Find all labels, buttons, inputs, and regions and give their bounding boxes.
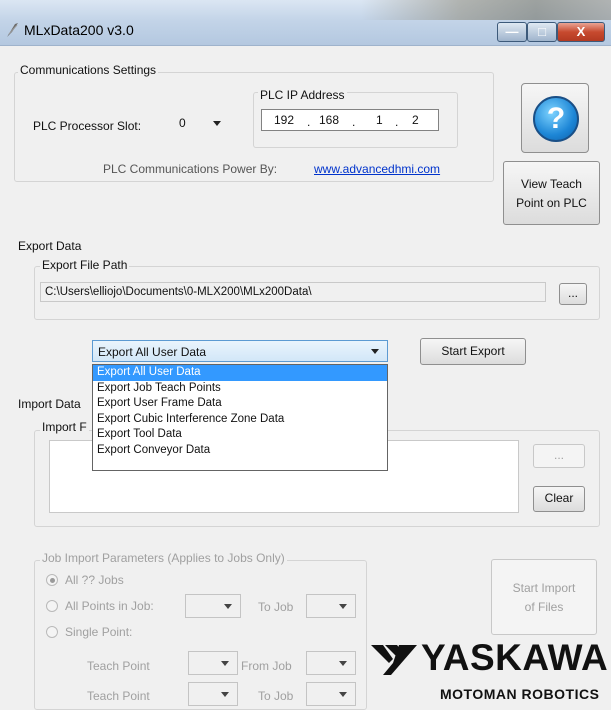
dropdown-option-conveyor-data[interactable]: Export Conveyor Data — [93, 443, 387, 459]
ip-octet-4[interactable]: 2 — [412, 113, 419, 127]
export-file-path-label: Export File Path — [40, 258, 130, 272]
teach-point-label-1: Teach Point — [87, 659, 150, 673]
window-title: MLxData200 v3.0 — [24, 22, 134, 38]
maximize-icon: □ — [538, 24, 546, 39]
export-path-value: C:\Users\elliojo\Documents\0-MLX200\MLx2… — [45, 286, 312, 298]
yaskawa-logo-icon — [371, 645, 417, 675]
dropdown-option-cubic-interference-zone[interactable]: Export Cubic Interference Zone Data — [93, 412, 387, 428]
radio-single-point[interactable] — [46, 626, 58, 638]
ip-octet-1[interactable]: 192 — [274, 113, 294, 127]
to-job-select-2[interactable] — [306, 682, 356, 706]
advancedhmi-link[interactable]: www.advancedhmi.com — [314, 162, 440, 176]
chevron-down-icon — [221, 661, 229, 666]
clear-button[interactable]: Clear — [533, 486, 585, 512]
chevron-down-icon — [213, 121, 221, 126]
radio-all-jobs-label: All ?? Jobs — [65, 573, 124, 587]
dropdown-option-job-teach-points[interactable]: Export Job Teach Points — [93, 381, 387, 397]
dropdown-option-user-frame-data[interactable]: Export User Frame Data — [93, 396, 387, 412]
export-type-value: Export All User Data — [98, 345, 207, 359]
job-import-parameters-label: Job Import Parameters (Applies to Jobs O… — [40, 551, 287, 565]
ip-address-input[interactable]: 192 . 168 . 1 . 2 — [261, 109, 439, 131]
communications-settings-label: Communications Settings — [18, 63, 159, 77]
import-data-label: Import Data — [18, 397, 81, 411]
app-icon — [7, 23, 18, 37]
from-job-select[interactable] — [306, 651, 356, 675]
export-type-dropdown-list[interactable]: Export All User Data Export Job Teach Po… — [92, 364, 388, 471]
power-by-label: PLC Communications Power By: — [103, 162, 278, 176]
minimize-button[interactable]: — — [497, 22, 527, 42]
dropdown-option-tool-data[interactable]: Export Tool Data — [93, 427, 387, 443]
radio-all-points[interactable] — [46, 600, 58, 612]
maximize-button[interactable]: □ — [527, 22, 557, 42]
radio-all-jobs[interactable] — [46, 574, 58, 586]
chevron-down-icon — [339, 604, 347, 609]
import-files-label: Import F — [40, 420, 89, 434]
dropdown-option-all-user-data[interactable]: Export All User Data — [93, 365, 387, 381]
radio-all-points-label: All Points in Job: — [65, 599, 154, 613]
chevron-down-icon — [224, 604, 232, 609]
title-bar-background — [361, 0, 611, 20]
ip-octet-2[interactable]: 168 — [319, 113, 339, 127]
view-teach-point-button[interactable]: View Teach Point on PLC — [503, 161, 600, 225]
plc-slot-value: 0 — [179, 116, 186, 130]
help-button[interactable]: ? — [521, 83, 589, 153]
start-import-button[interactable]: Start Import of Files — [491, 559, 597, 635]
chevron-down-icon — [221, 692, 229, 697]
export-type-select[interactable]: Export All User Data — [92, 340, 388, 362]
export-path-field[interactable]: C:\Users\elliojo\Documents\0-MLX200\MLx2… — [40, 282, 546, 302]
ip-octet-3[interactable]: 1 — [376, 113, 383, 127]
plc-slot-select[interactable]: 0 — [175, 113, 227, 133]
ip-dot: . — [307, 115, 311, 129]
teach-point-select-2[interactable] — [188, 682, 238, 706]
all-points-job-select[interactable] — [185, 594, 241, 618]
to-job-label: To Job — [258, 600, 294, 614]
ip-address-label: PLC IP Address — [258, 88, 347, 102]
teach-point-label-2: Teach Point — [87, 689, 150, 703]
export-data-label: Export Data — [18, 239, 82, 253]
yaskawa-brand: YASKAWA — [421, 637, 609, 678]
close-icon: X — [576, 24, 586, 39]
to-job-select[interactable] — [306, 594, 356, 618]
plc-slot-label: PLC Processor Slot: — [33, 119, 142, 133]
radio-single-point-label: Single Point: — [65, 625, 133, 639]
export-browse-button[interactable]: ... — [559, 283, 587, 305]
help-icon: ? — [533, 96, 579, 142]
teach-point-select-1[interactable] — [188, 651, 238, 675]
chevron-down-icon — [339, 692, 347, 697]
ip-dot: . — [395, 115, 399, 129]
motoman-robotics-label: MOTOMAN ROBOTICS — [440, 686, 600, 702]
chevron-down-icon — [371, 349, 379, 354]
minimize-icon: — — [505, 24, 519, 39]
start-export-button[interactable]: Start Export — [420, 338, 526, 365]
import-browse-button[interactable]: ... — [533, 444, 585, 468]
to-job-label-2: To Job — [258, 689, 294, 703]
chevron-down-icon — [339, 661, 347, 666]
close-button[interactable]: X — [557, 22, 605, 42]
from-job-label: From Job — [241, 659, 292, 673]
ip-dot: . — [352, 115, 356, 129]
